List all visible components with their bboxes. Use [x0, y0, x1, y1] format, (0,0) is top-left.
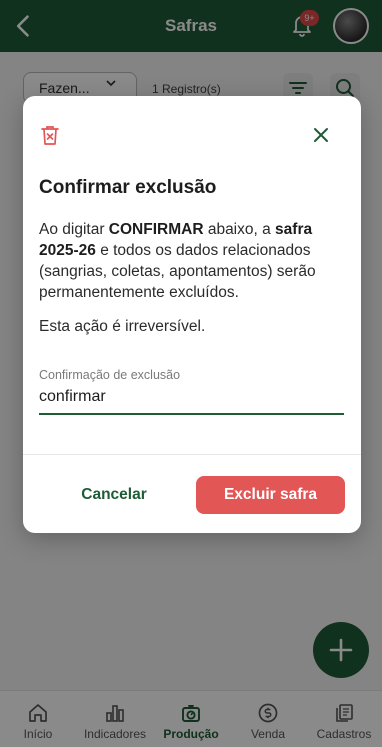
confirm-delete-dialog: Confirmar exclusão Ao digitar CONFIRMAR …: [23, 96, 361, 533]
confirmation-field-label: Confirmação de exclusão: [39, 368, 181, 382]
dialog-title: Confirmar exclusão: [39, 177, 217, 198]
cancel-button[interactable]: Cancelar: [51, 476, 177, 514]
confirmation-input[interactable]: [39, 383, 344, 415]
delete-icon: [41, 126, 59, 145]
irreversible-note: Esta ação é irreversível.: [39, 318, 206, 335]
delete-harvest-button[interactable]: Excluir safra: [196, 476, 345, 514]
dialog-message: Ao digitar CONFIRMAR abaixo, a safra 202…: [39, 219, 349, 303]
message-prefix: Ao digitar: [39, 221, 109, 238]
confirm-keyword: CONFIRMAR: [108, 221, 204, 238]
dialog-divider: [23, 454, 361, 455]
close-icon[interactable]: [310, 124, 332, 146]
message-middle: abaixo, a: [203, 221, 276, 238]
